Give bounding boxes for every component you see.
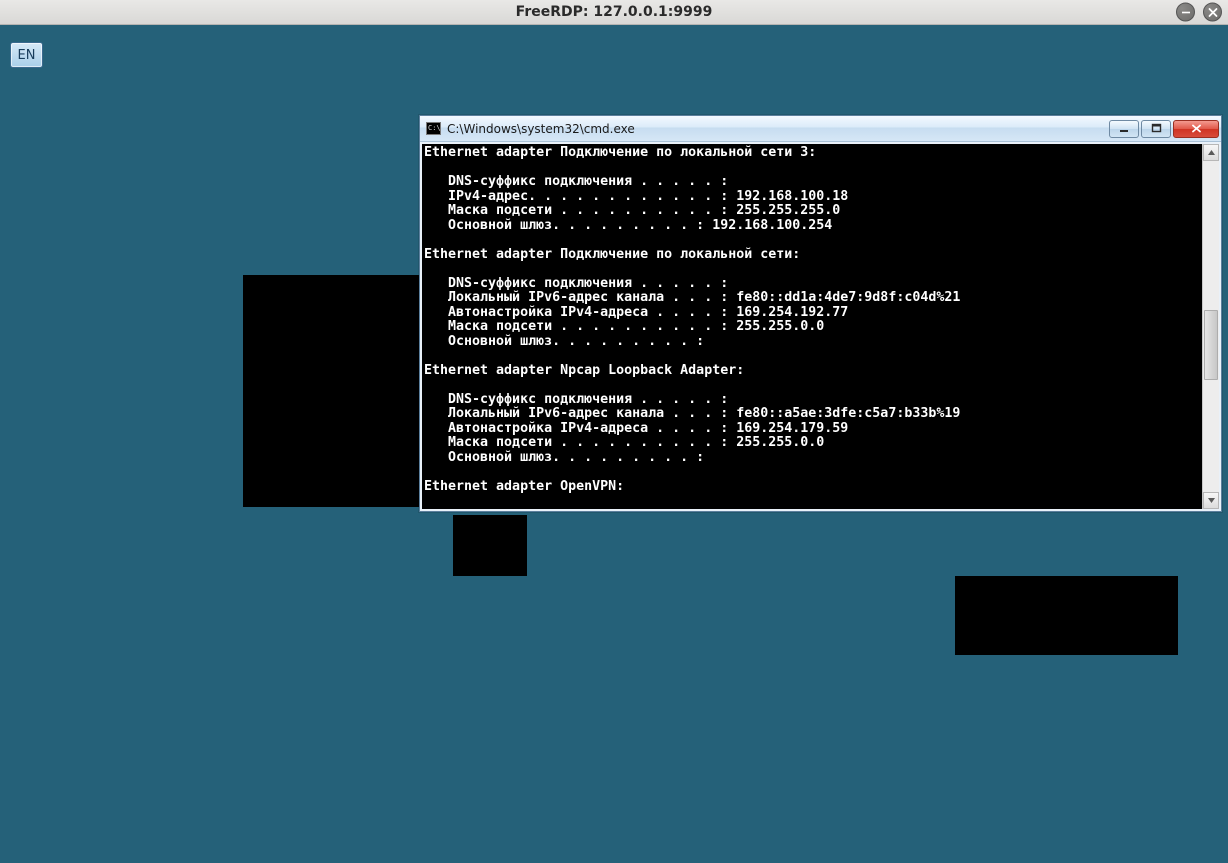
cmd-window-title: C:\Windows\system32\cmd.exe <box>447 122 1103 136</box>
chevron-up-icon <box>1207 148 1216 157</box>
scroll-down-button[interactable] <box>1203 492 1219 509</box>
minimize-icon <box>1119 123 1130 134</box>
scrollbar-thumb[interactable] <box>1204 310 1218 380</box>
minimize-icon <box>1181 7 1191 17</box>
close-icon <box>1190 123 1203 134</box>
cmd-client-area: Ethernet adapter Подключение по локально… <box>420 142 1221 511</box>
host-window-title: FreeRDP: 127.0.0.1:9999 <box>516 4 713 20</box>
cmd-titlebar[interactable]: C:\ C:\Windows\system32\cmd.exe <box>420 116 1221 142</box>
scroll-up-button[interactable] <box>1203 144 1219 161</box>
close-icon <box>1208 7 1218 17</box>
remote-desktop-area[interactable]: EN C:\ C:\Windows\system32\cmd.exe Ether… <box>0 25 1228 863</box>
cmd-maximize-button[interactable] <box>1141 120 1171 138</box>
maximize-icon <box>1151 123 1162 134</box>
host-close-button[interactable] <box>1203 3 1222 22</box>
cmd-output[interactable]: Ethernet adapter Подключение по локально… <box>422 144 1202 509</box>
host-window-controls <box>1176 3 1222 22</box>
desktop-icon-redacted <box>955 576 1178 655</box>
scrollbar-track[interactable] <box>1203 161 1219 492</box>
cmd-window[interactable]: C:\ C:\Windows\system32\cmd.exe Ethernet… <box>419 115 1222 512</box>
cmd-minimize-button[interactable] <box>1109 120 1139 138</box>
chevron-down-icon <box>1207 496 1216 505</box>
cmd-app-icon: C:\ <box>426 122 441 135</box>
language-indicator[interactable]: EN <box>10 42 43 68</box>
desktop-icon-redacted <box>243 275 419 507</box>
cmd-window-controls <box>1109 120 1219 138</box>
desktop-icon-redacted <box>453 515 527 576</box>
host-minimize-button[interactable] <box>1176 3 1195 22</box>
cmd-close-button[interactable] <box>1173 120 1219 138</box>
host-titlebar: FreeRDP: 127.0.0.1:9999 <box>0 0 1228 25</box>
cmd-vertical-scrollbar[interactable] <box>1202 144 1219 509</box>
